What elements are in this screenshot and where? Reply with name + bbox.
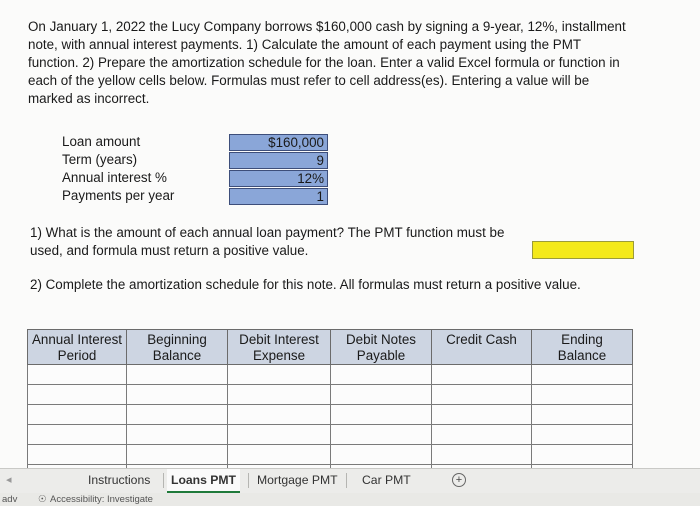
tab-separator: [163, 473, 164, 488]
tab-mortgage-pmt[interactable]: Mortgage PMT: [253, 469, 342, 491]
spreadsheet-area: On January 1, 2022 the Lucy Company borr…: [0, 0, 700, 485]
table-cell[interactable]: [227, 404, 331, 425]
loan-amount-label: Loan amount: [62, 134, 141, 149]
table-row: [27, 424, 633, 445]
term-cell[interactable]: 9: [229, 152, 328, 169]
tab-separator: [248, 473, 249, 488]
table-cell[interactable]: [126, 424, 228, 445]
tab-car-pmt[interactable]: Car PMT: [358, 469, 415, 491]
accessibility-status[interactable]: Accessibility: Investigate: [50, 493, 153, 506]
accessibility-icon: ☉: [38, 494, 47, 505]
table-cell[interactable]: [531, 364, 633, 385]
problem-text: On January 1, 2022 the Lucy Company borr…: [28, 18, 658, 108]
table-cell[interactable]: [227, 424, 331, 445]
table-cell[interactable]: [531, 424, 633, 445]
table-row: [27, 384, 633, 405]
table-cell[interactable]: [431, 444, 532, 465]
table-cell[interactable]: [431, 364, 532, 385]
payments-cell[interactable]: 1: [229, 188, 328, 205]
table-cell[interactable]: [431, 384, 532, 405]
problem-line: marked as incorrect.: [28, 91, 150, 106]
table-row: [27, 444, 633, 465]
table-cell[interactable]: [330, 364, 432, 385]
table-cell[interactable]: [227, 444, 331, 465]
table-cell[interactable]: [227, 384, 331, 405]
sheet-nav-icon[interactable]: ◂: [6, 473, 12, 486]
table-cell[interactable]: [27, 424, 127, 445]
term-label: Term (years): [62, 152, 138, 167]
add-sheet-icon[interactable]: +: [452, 473, 466, 487]
question-2: 2) Complete the amortization schedule fo…: [30, 277, 581, 292]
interest-label: Annual interest %: [62, 170, 167, 185]
amortization-table: Annual Interest Period Beginning Balance D…: [27, 329, 633, 485]
ready-status: adv: [2, 494, 18, 505]
problem-line: each of the yellow cells below. Formulas…: [28, 73, 590, 88]
header-beginning-balance: Beginning Balance: [126, 329, 228, 365]
table-cell[interactable]: [126, 444, 228, 465]
table-cell[interactable]: [330, 424, 432, 445]
payments-label: Payments per year: [62, 188, 175, 203]
header-interest-expense: Debit Interest Expense: [227, 329, 331, 365]
header-notes-payable: Debit Notes Payable: [330, 329, 432, 365]
table-cell[interactable]: [27, 404, 127, 425]
table-cell[interactable]: [531, 404, 633, 425]
table-cell[interactable]: [126, 384, 228, 405]
status-bar: adv ☉ Accessibility: Investigate: [0, 493, 700, 506]
table-cell[interactable]: [330, 384, 432, 405]
question-1: 1) What is the amount of each annual loa…: [30, 224, 540, 260]
table-cell[interactable]: [531, 444, 633, 465]
question-1-line: used, and formula must return a positive…: [30, 243, 309, 258]
table-cell[interactable]: [531, 384, 633, 405]
header-credit-cash: Credit Cash: [431, 329, 532, 365]
header-period: Annual Interest Period: [27, 329, 127, 365]
question-1-line: 1) What is the amount of each annual loa…: [30, 225, 505, 240]
problem-line: On January 1, 2022 the Lucy Company borr…: [28, 19, 626, 34]
table-row: [27, 404, 633, 425]
table-cell[interactable]: [330, 404, 432, 425]
sheet-tab-bar: ◂ Instructions Loans PMT Mortgage PMT Ca…: [0, 468, 700, 493]
table-row: [27, 364, 633, 385]
table-cell[interactable]: [431, 404, 532, 425]
table-cell[interactable]: [330, 444, 432, 465]
payment-answer-cell[interactable]: [532, 241, 634, 259]
table-cell[interactable]: [227, 364, 331, 385]
tab-loans-pmt[interactable]: Loans PMT: [167, 469, 241, 493]
interest-cell[interactable]: 12%: [229, 170, 328, 187]
loan-amount-cell[interactable]: $160,000: [229, 134, 328, 151]
tab-separator: [346, 473, 347, 488]
problem-line: function. 2) Prepare the amortization sc…: [28, 55, 620, 70]
table-cell[interactable]: [27, 444, 127, 465]
header-ending-balance: Ending Balance: [531, 329, 633, 365]
table-cell[interactable]: [126, 404, 228, 425]
table-cell[interactable]: [27, 384, 127, 405]
table-cell[interactable]: [27, 364, 127, 385]
table-cell[interactable]: [431, 424, 532, 445]
tab-instructions[interactable]: Instructions: [84, 469, 154, 491]
table-cell[interactable]: [126, 364, 228, 385]
problem-line: note, with annual interest payments. 1) …: [28, 37, 582, 52]
